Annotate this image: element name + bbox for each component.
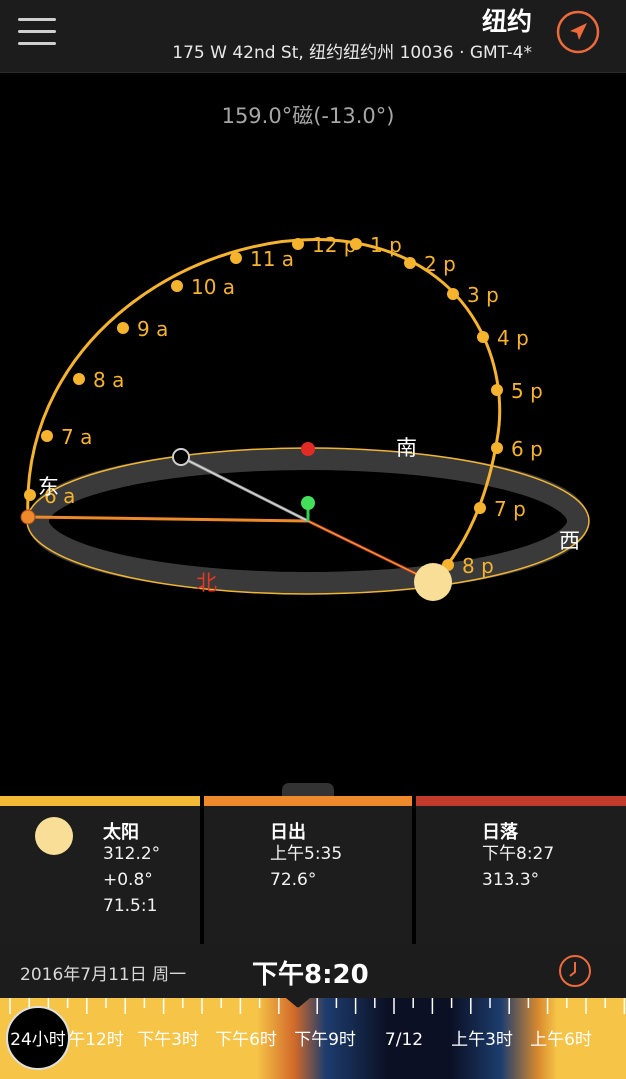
sunset-panel[interactable]: 日落 下午8:27 313.3° — [416, 796, 626, 944]
hour-dot — [24, 489, 36, 501]
timeline-label: 上午3时 — [451, 1030, 513, 1050]
hour-label: 11 a — [250, 247, 294, 271]
sun-path-arc — [26, 238, 502, 584]
panel-drag-handle[interactable] — [282, 783, 334, 797]
observer-pin-icon — [301, 496, 315, 510]
direction-south: 南 — [396, 436, 417, 460]
sunrise-time: 上午5:35 — [270, 844, 343, 864]
sunrise-direction-line — [27, 515, 309, 523]
timeline-label: 下午6时 — [215, 1030, 277, 1050]
sun-shadow-ratio: 71.5:1 — [103, 896, 158, 916]
hour-dot — [474, 502, 486, 514]
hour-label: 8 a — [93, 368, 124, 392]
timeline-label: 下午9时 — [294, 1030, 356, 1050]
sun-icon — [35, 817, 73, 855]
hour-dot — [73, 373, 85, 385]
south-marker — [301, 442, 315, 456]
sun-altitude: +0.8° — [103, 870, 153, 890]
hour-label: 2 p — [424, 252, 456, 276]
sun-position-marker[interactable] — [414, 563, 452, 601]
clock-icon[interactable] — [558, 954, 592, 988]
hour-label: 10 a — [191, 275, 235, 299]
hour-dot — [41, 430, 53, 442]
sun-panel[interactable]: 太阳 312.2° +0.8° 71.5:1 — [0, 796, 200, 944]
sunrise-marker — [20, 509, 36, 525]
timeline-label: 上午6时 — [530, 1030, 592, 1050]
hour-label: 1 p — [370, 233, 402, 257]
direction-north: 北 — [196, 571, 217, 595]
hour-label: 3 p — [467, 283, 499, 307]
hour-dot — [477, 331, 489, 343]
sun-path-view[interactable]: 6 a7 a8 a9 a10 a11 a12 p1 p2 p3 p4 p5 p6… — [0, 72, 626, 782]
time-bar: 2016年7月11日 周一 下午8:20 — [0, 944, 626, 1000]
hour-dot — [292, 238, 304, 250]
hour-label: 12 p — [312, 233, 357, 257]
sunrise-panel-bar — [204, 796, 412, 806]
hour-label: 7 a — [61, 425, 92, 449]
timeline-scrubber[interactable]: 午12时 下午3时 下午6时 下午9时 7/12 上午3时 上午6时 24小时 — [0, 998, 626, 1079]
location-arrow-icon[interactable] — [556, 10, 600, 54]
location-title[interactable]: 纽约 — [482, 2, 532, 38]
shadow-end-marker — [172, 448, 190, 466]
timeline-label: 7/12 — [385, 1030, 423, 1050]
hour-dot — [171, 280, 183, 292]
location-address[interactable]: 175 W 42nd St, 纽约纽约州 10036 · GMT-4* — [172, 38, 532, 63]
sunset-panel-bar — [416, 796, 626, 806]
sun-azimuth: 312.2° — [103, 844, 161, 864]
hour-dot — [117, 322, 129, 334]
timeline-label: 下午3时 — [137, 1030, 199, 1050]
sun-panel-bar — [0, 796, 200, 806]
hamburger-menu-icon[interactable] — [18, 16, 58, 46]
zoom-24h-label: 24小时 — [10, 1030, 66, 1050]
hour-label: 4 p — [497, 326, 529, 350]
hour-dot — [404, 257, 416, 269]
hour-dot — [230, 252, 242, 264]
hour-dot — [491, 384, 503, 396]
date-label[interactable]: 2016年7月11日 周一 — [20, 960, 186, 985]
sunset-azimuth: 313.3° — [482, 870, 540, 890]
hour-label: 6 p — [511, 437, 543, 461]
sunset-time: 下午8:27 — [482, 844, 555, 864]
top-bar: 纽约 175 W 42nd St, 纽约纽约州 10036 · GMT-4* — [0, 0, 626, 73]
time-label[interactable]: 下午8:20 — [252, 954, 369, 991]
sunrise-azimuth: 72.6° — [270, 870, 317, 890]
hour-label: 9 a — [137, 317, 168, 341]
hour-markers: 6 a7 a8 a9 a10 a11 a12 p1 p2 p3 p4 p5 p6… — [24, 233, 543, 578]
direction-east: 东 — [38, 475, 59, 499]
hour-dot — [350, 238, 362, 250]
hour-label: 7 p — [494, 497, 526, 521]
hour-dot — [491, 442, 503, 454]
hour-label: 5 p — [511, 379, 543, 403]
sunrise-panel[interactable]: 日出 上午5:35 72.6° — [204, 796, 412, 944]
hour-label: 8 p — [462, 554, 494, 578]
timeline-label: 午12时 — [68, 1030, 124, 1050]
direction-west: 西 — [559, 529, 580, 553]
hour-dot — [447, 288, 459, 300]
info-panels: 太阳 312.2° +0.8° 71.5:1 日出 上午5:35 72.6° 日… — [0, 796, 626, 944]
